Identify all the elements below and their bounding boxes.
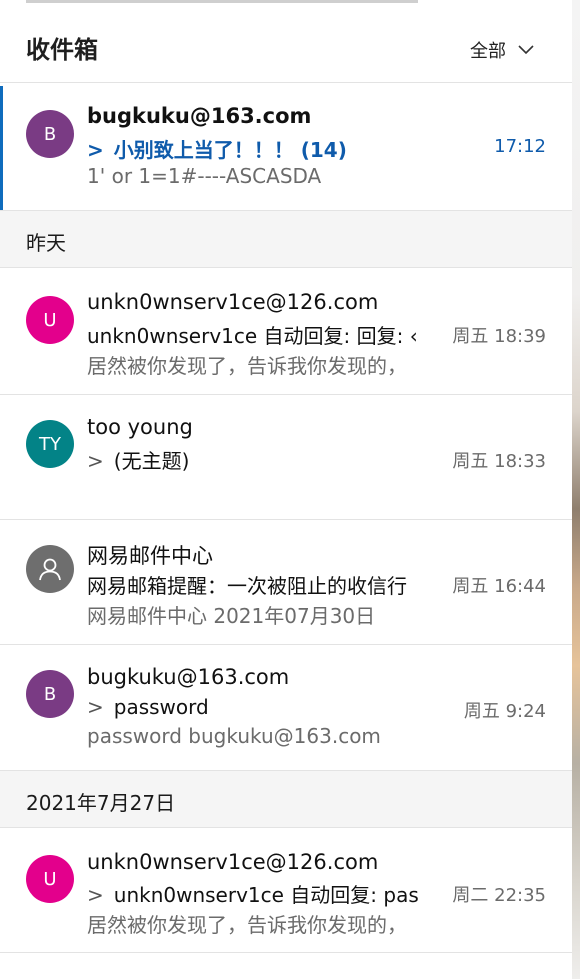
sender-name: unkn0wnserv1ce@126.com xyxy=(87,290,379,314)
avatar: U xyxy=(26,296,74,344)
avatar: TY xyxy=(26,420,74,468)
header-divider xyxy=(0,82,572,83)
message-row[interactable]: B bugkuku@163.com > 小别致上当了！！！ (14) 1' or … xyxy=(0,86,572,210)
thread-chevron-icon: > xyxy=(87,138,104,162)
message-time: 周五 18:33 xyxy=(452,451,546,472)
thread-chevron-icon: > xyxy=(87,449,104,473)
preview-text: password bugkuku@163.com xyxy=(87,724,381,748)
inbox-header: 收件箱 全部 xyxy=(0,0,572,82)
preview-text: 居然被你发现了，告诉我你发现的， xyxy=(87,913,407,937)
chevron-down-icon xyxy=(518,45,534,55)
message-row[interactable]: U unkn0wnserv1ce@126.com > unkn0wnserv1ce… xyxy=(0,828,572,952)
avatar-initials: B xyxy=(43,683,57,705)
sender-name: 网易邮件中心 xyxy=(87,544,213,568)
subject-line: > unkn0wnserv1ce 自动回复: pas xyxy=(87,879,437,908)
subject-text: password xyxy=(113,695,209,719)
filter-label: 全部 xyxy=(470,41,506,62)
avatar-initials: U xyxy=(43,868,57,890)
sender-name: unkn0wnserv1ce@126.com xyxy=(87,850,379,874)
preview-text: 居然被你发现了，告诉我你发现的， xyxy=(87,354,407,378)
sender-name: bugkuku@163.com xyxy=(87,104,312,128)
message-time: 周五 9:24 xyxy=(463,701,546,722)
avatar xyxy=(26,545,74,593)
message-time: 周二 22:35 xyxy=(452,885,546,906)
preview-text: 1' or 1=1#----ASCASDA xyxy=(87,164,322,188)
message-time: 17:12 xyxy=(494,136,546,157)
subject-text: (无主题) xyxy=(113,449,190,473)
date-group-label: 昨天 xyxy=(26,231,66,255)
subject-text: unkn0wnserv1ce 自动回复: pas xyxy=(113,883,419,907)
subject-text: 网易邮箱提醒：一次被阻止的收信行 xyxy=(87,574,407,598)
message-row[interactable]: 网易邮件中心 网易邮箱提醒：一次被阻止的收信行 网易邮件中心 2021年07月3… xyxy=(0,520,572,644)
background-wallpaper-edge xyxy=(572,0,580,979)
thread-chevron-icon: > xyxy=(87,695,104,719)
person-icon xyxy=(39,558,61,581)
subject-text: 小别致上当了！！！ (14) xyxy=(113,138,347,162)
avatar-initials: U xyxy=(43,309,57,331)
message-row[interactable]: B bugkuku@163.com > password password bug… xyxy=(0,645,572,769)
sender-name: too young xyxy=(87,415,193,439)
avatar-initials: TY xyxy=(39,433,61,455)
date-group-header: 2021年7月27日 xyxy=(0,770,572,828)
date-group-label: 2021年7月27日 xyxy=(26,791,176,815)
subject-line: unkn0wnserv1ce 自动回复: 回复: ‹ xyxy=(87,320,437,349)
preview-text: 网易邮件中心 2021年07月30日 xyxy=(87,604,376,628)
avatar: B xyxy=(26,670,74,718)
message-time: 周五 18:39 xyxy=(452,326,546,347)
avatar-initials: B xyxy=(43,123,57,145)
subject-line: > (无主题) xyxy=(87,445,437,474)
message-time: 周五 16:44 xyxy=(452,576,546,597)
message-list-pane: 收件箱 全部 B bugkuku@163.com > 小别致上当了！！！ (14)… xyxy=(0,0,572,979)
message-row[interactable]: U unkn0wnserv1ce@126.com unkn0wnserv1ce … xyxy=(0,268,572,393)
subject-line: > password xyxy=(87,695,437,719)
thread-chevron-icon: > xyxy=(87,883,104,907)
subject-line: 网易邮箱提醒：一次被阻止的收信行 xyxy=(87,570,437,599)
filter-dropdown[interactable]: 全部 xyxy=(470,36,534,64)
subject-line: > 小别致上当了！！！ (14) xyxy=(87,134,477,163)
avatar: U xyxy=(26,855,74,903)
page-title: 收件箱 xyxy=(26,36,98,64)
sender-name: bugkuku@163.com xyxy=(87,665,290,689)
date-group-header: 昨天 xyxy=(0,210,572,268)
row-divider xyxy=(0,952,572,953)
avatar: B xyxy=(26,110,74,158)
subject-text: unkn0wnserv1ce 自动回复: 回复: ‹ xyxy=(87,324,418,348)
message-row[interactable]: TY too young > (无主题) 周五 18:33 xyxy=(0,395,572,519)
